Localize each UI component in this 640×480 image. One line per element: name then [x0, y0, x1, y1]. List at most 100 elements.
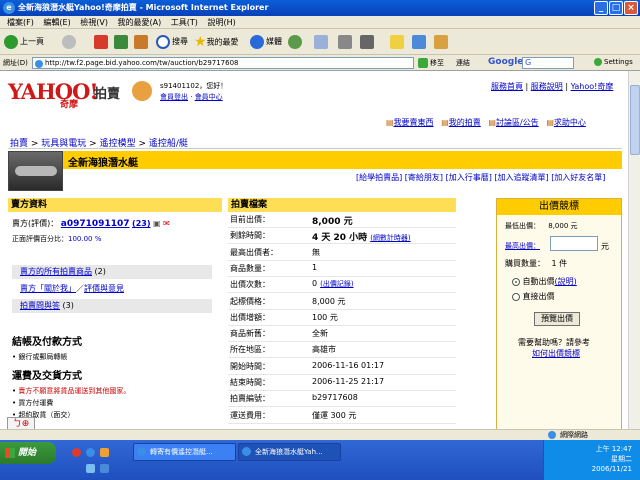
menu-view[interactable]: 檢視(V)	[80, 16, 108, 29]
max-bid-input[interactable]	[550, 236, 598, 251]
menu-help[interactable]: 說明(H)	[207, 16, 235, 29]
start-button[interactable]: 開始	[0, 442, 56, 464]
seller-items-link[interactable]: 賣方的所有拍賣商品	[20, 267, 92, 276]
seller-about-link[interactable]: 賣方「關於我」	[20, 284, 76, 293]
direct-bid-radio[interactable]	[512, 292, 520, 301]
auction-row-divider	[228, 341, 456, 343]
auction-extra-link[interactable]: (出價記錄)	[320, 280, 353, 288]
seller-name-link[interactable]: a0971091107	[61, 219, 130, 229]
quicklaunch-1-icon[interactable]	[72, 448, 81, 457]
go-button[interactable]: 移至	[430, 58, 444, 68]
yahoo-logo[interactable]: YAHOO!	[8, 79, 99, 104]
quicklaunch-3-icon[interactable]	[100, 448, 109, 457]
shipping-international: 賣方不願意將貨品運送到其他國家。	[18, 387, 131, 395]
auction-value-text: 8,000 元	[312, 296, 346, 306]
history-button[interactable]	[288, 34, 304, 50]
maximize-button[interactable]: □	[609, 1, 623, 15]
edit-button[interactable]	[360, 34, 376, 50]
seller-header: 賣方資料	[8, 198, 222, 212]
yahoo-home-link[interactable]: Yahoo!奇摩	[571, 82, 614, 91]
close-button[interactable]: ×	[624, 1, 638, 15]
auction-value-text: 2006-11-16 01:17	[312, 360, 385, 370]
auction-row-divider	[228, 259, 456, 261]
refresh-button[interactable]	[114, 34, 130, 50]
scroll-thumb[interactable]	[630, 85, 640, 155]
member-center-link[interactable]: 會員中心	[195, 93, 223, 101]
seller-score-link[interactable]: (23)	[132, 219, 150, 228]
print-button[interactable]	[338, 34, 354, 50]
seller-feedback-link[interactable]: 評價與意見	[84, 284, 124, 293]
minimize-button[interactable]: _	[594, 1, 608, 15]
forward-button[interactable]	[62, 34, 78, 50]
vertical-scrollbar[interactable]	[628, 71, 640, 431]
member-logout-link[interactable]: 會員登出	[160, 93, 188, 101]
sell-icon: ▤	[386, 118, 394, 127]
quicklaunch-5-icon[interactable]	[100, 464, 109, 473]
add-friend-link[interactable]: [加入好友名單]	[551, 173, 605, 182]
direct-bid-label: 直接出價	[522, 292, 555, 301]
auction-value: b29717608	[312, 393, 358, 402]
task-button-2[interactable]: 全新海狼潛水艇Yah...	[238, 443, 341, 461]
auto-bid-help-link[interactable]: (說明)	[555, 277, 577, 286]
menu-edit[interactable]: 編輯(E)	[43, 16, 70, 29]
google-label: Google	[488, 57, 524, 67]
bid-help-link-row: 如何出價競標	[532, 348, 580, 359]
direct-bid-option[interactable]: 直接出價	[512, 291, 555, 302]
home-button[interactable]	[134, 34, 150, 50]
menu-file[interactable]: 檔案(F)	[7, 16, 34, 29]
seller-about-row: 賣方「關於我」／評價與意見	[12, 282, 212, 296]
clock-time[interactable]: 上午 12:47	[544, 444, 632, 454]
status-bar: 網際網路	[0, 429, 640, 440]
auction-label: 所在地區：	[230, 345, 270, 355]
address-input[interactable]: http://tw.f2.page.bid.yahoo.com/tw/aucti…	[32, 57, 414, 69]
mail-icon	[314, 34, 328, 49]
forum-icon: ▤	[488, 118, 496, 127]
auto-bid-radio[interactable]	[512, 277, 520, 286]
report-item-link[interactable]: [給學拍賣品]	[356, 173, 402, 182]
auto-bid-option[interactable]: 自動出價(說明)	[512, 276, 577, 287]
add-watchlist-link[interactable]: [加入追蹤清單]	[494, 173, 548, 182]
note-icon	[390, 34, 404, 49]
payment-header: 結帳及付款方式	[12, 337, 82, 348]
settings-icon	[594, 58, 602, 66]
settings-button[interactable]: Settings	[604, 58, 633, 66]
service-home-link[interactable]: 服務首頁	[491, 82, 523, 91]
auction-extra-link[interactable]: (網數計時器)	[370, 234, 410, 242]
go-icon	[418, 58, 428, 68]
back-button[interactable]: 上一頁	[4, 34, 44, 50]
task-button-1[interactable]: 轉寄有價遙控潛艇...	[133, 443, 236, 461]
home-icon	[134, 34, 148, 49]
google-search-input[interactable]: G	[522, 57, 574, 69]
media-button[interactable]: 媒體	[250, 34, 282, 50]
auction-value-text: b29717608	[312, 393, 358, 403]
media-icon	[250, 34, 264, 49]
item-thumbnail[interactable]	[8, 151, 63, 191]
auction-label: 拍賣編號：	[230, 394, 270, 404]
seller-qa-link[interactable]: 拍賣問與答	[20, 301, 60, 310]
search-button[interactable]: 搜尋	[156, 34, 188, 50]
max-bid-label[interactable]: 最高出價：	[505, 242, 540, 250]
sell-link[interactable]: 我要賣東西	[394, 118, 434, 127]
add-calendar-link[interactable]: [加入行事曆]	[446, 173, 492, 182]
messenger-button[interactable]	[412, 34, 428, 50]
links-label[interactable]: 連結	[456, 58, 470, 68]
help-center-link[interactable]: 求助中心	[554, 118, 586, 127]
quicklaunch-4-icon[interactable]	[86, 464, 95, 473]
service-help-link[interactable]: 服務說明	[531, 82, 563, 91]
bid-help-link[interactable]: 如何出價競標	[532, 349, 580, 358]
forum-link[interactable]: 討論區/公告	[496, 118, 539, 127]
mail-button[interactable]	[314, 34, 330, 50]
menu-favorites[interactable]: 我的最愛(A)	[118, 16, 162, 29]
preview-bid-button[interactable]: 預覽出價	[534, 312, 580, 326]
quicklaunch-2-icon[interactable]	[86, 448, 95, 457]
auction-value-text: 100 元	[312, 312, 338, 322]
menu-tools[interactable]: 工具(T)	[171, 16, 198, 29]
auction-value: 8,000 元	[312, 296, 345, 307]
auction-row-divider	[228, 324, 456, 326]
stop-button[interactable]	[94, 34, 110, 50]
discuss-button[interactable]	[390, 34, 406, 50]
my-auction-link[interactable]: 我的拍賣	[449, 118, 481, 127]
research-button[interactable]	[434, 34, 450, 50]
favorites-button[interactable]: ★我的最愛	[194, 34, 239, 50]
send-friend-link[interactable]: [寄給朋友]	[405, 173, 443, 182]
